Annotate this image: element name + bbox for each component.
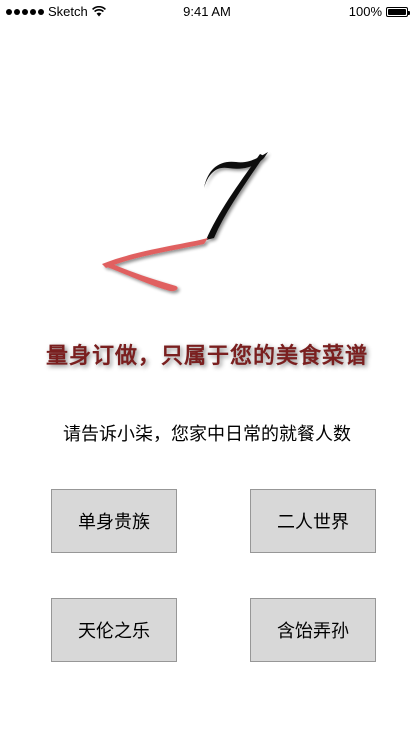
slogan-title: 量身订做，只属于您的美食菜谱 bbox=[45, 344, 368, 369]
option-family-button[interactable]: 天伦之乐 bbox=[51, 598, 177, 662]
battery-icon bbox=[386, 6, 410, 17]
option-single-button[interactable]: 单身贵族 bbox=[51, 489, 177, 553]
option-couple-button[interactable]: 二人世界 bbox=[250, 489, 376, 553]
status-right: 100% bbox=[348, 4, 410, 19]
status-bar: Sketch 9:41 AM 100% bbox=[0, 0, 414, 22]
option-grandparents-button[interactable]: 含饴弄孙 bbox=[250, 598, 376, 662]
household-size-prompt: 请告诉小柒，您家中日常的就餐人数 bbox=[63, 424, 351, 445]
number-seven-logo-icon bbox=[102, 152, 268, 292]
battery-percent: 100% bbox=[348, 4, 382, 19]
